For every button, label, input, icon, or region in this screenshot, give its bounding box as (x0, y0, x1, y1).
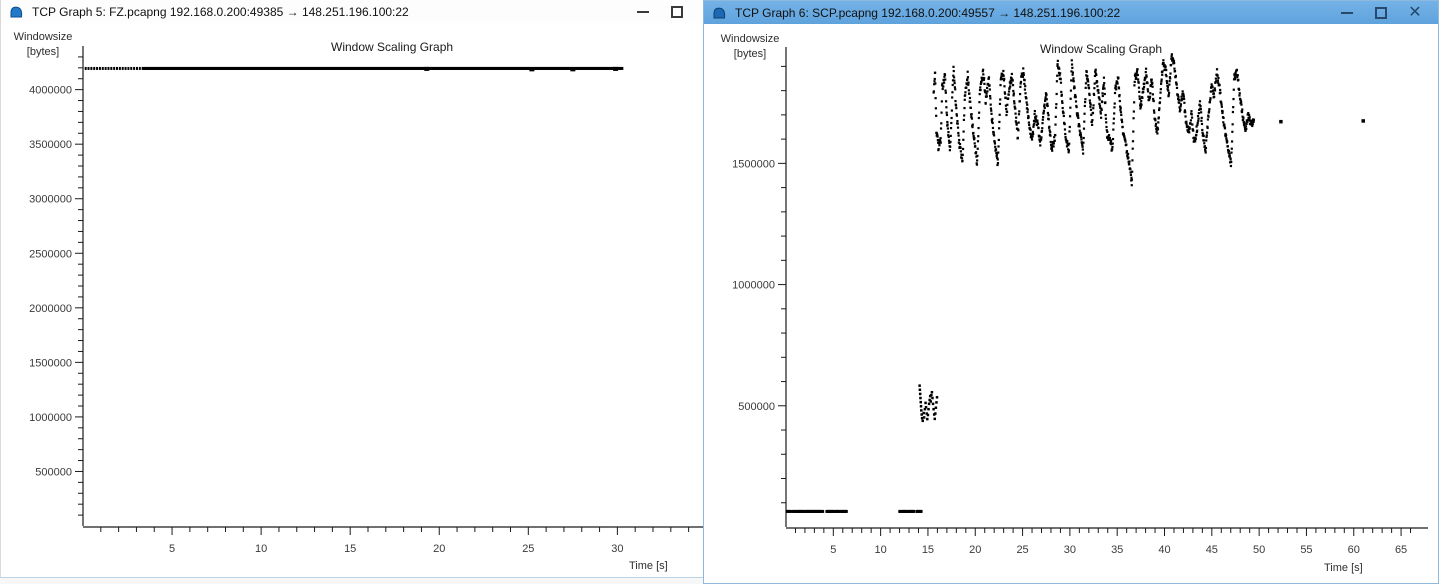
minimize-icon (637, 11, 649, 13)
x-axis-label: Time [s] (629, 560, 668, 572)
svg-text:30: 30 (611, 543, 623, 555)
svg-text:5: 5 (830, 544, 836, 556)
svg-text:1000000: 1000000 (29, 412, 72, 424)
svg-text:25: 25 (1016, 544, 1028, 556)
window-tcp-graph-5: 5 10 15 20 25 30 500000 1000000 1500000 2000000 25… (0, 0, 710, 578)
window-scaling-plot-right[interactable]: 5 10 15 20 25 30 35 40 45 50 55 60 65 500000 1000000 15… (704, 1, 1438, 583)
titlebar[interactable]: TCP Graph 6: SCP.pcapng 192.168.0.200:49… (704, 1, 1438, 24)
maximize-icon (671, 6, 683, 18)
chart-title: Window Scaling Graph (1040, 42, 1162, 56)
svg-text:3000000: 3000000 (29, 194, 72, 206)
svg-text:3500000: 3500000 (29, 139, 72, 151)
svg-text:2500000: 2500000 (29, 248, 72, 260)
maximize-button[interactable] (1364, 1, 1398, 24)
window-title: TCP Graph 6: SCP.pcapng 192.168.0.200:49… (735, 6, 1120, 20)
minimize-icon (1341, 12, 1353, 14)
svg-text:55: 55 (1300, 544, 1312, 556)
svg-text:50: 50 (1253, 544, 1265, 556)
close-button[interactable]: ✕ (1398, 1, 1432, 24)
svg-text:60: 60 (1348, 544, 1360, 556)
svg-text:15: 15 (344, 543, 356, 555)
svg-text:65: 65 (1395, 544, 1407, 556)
svg-text:1500000: 1500000 (29, 357, 72, 369)
svg-text:10: 10 (255, 543, 267, 555)
x-axis-label: Time [s] (1324, 562, 1363, 574)
svg-text:20: 20 (969, 544, 981, 556)
svg-text:1000000: 1000000 (732, 280, 775, 292)
svg-text:20: 20 (433, 543, 445, 555)
svg-text:5: 5 (169, 543, 175, 555)
svg-text:4000000: 4000000 (29, 85, 72, 97)
wireshark-icon (9, 4, 25, 20)
titlebar[interactable]: TCP Graph 5: FZ.pcapng 192.168.0.200:493… (1, 0, 710, 23)
svg-text:45: 45 (1206, 544, 1218, 556)
minimize-button[interactable] (1330, 1, 1364, 24)
svg-text:35: 35 (1111, 544, 1123, 556)
svg-text:30: 30 (1064, 544, 1076, 556)
y-axis-label: Windowsize [bytes] (5, 30, 81, 60)
svg-text:500000: 500000 (35, 466, 72, 478)
window-controls: ✕ (1330, 1, 1438, 24)
svg-text:1500000: 1500000 (732, 158, 775, 170)
wireshark-icon (712, 5, 728, 21)
maximize-icon (1375, 7, 1387, 19)
svg-text:25: 25 (522, 543, 534, 555)
y-axis-label: Windowsize [bytes] (712, 32, 788, 62)
desktop: 5 10 15 20 25 30 500000 1000000 1500000 2000000 25… (0, 0, 1439, 584)
window-tcp-graph-6: 5 10 15 20 25 30 35 40 45 50 55 60 65 500000 1000000 15… (703, 0, 1439, 584)
window-controls (626, 0, 710, 23)
window-title: TCP Graph 5: FZ.pcapng 192.168.0.200:493… (32, 5, 409, 19)
minimize-button[interactable] (626, 0, 660, 23)
svg-text:15: 15 (922, 544, 934, 556)
chart-title: Window Scaling Graph (331, 40, 453, 54)
window-scaling-plot-left[interactable]: 5 10 15 20 25 30 500000 1000000 1500000 2000000 25… (1, 0, 711, 578)
svg-text:40: 40 (1158, 544, 1170, 556)
svg-text:2000000: 2000000 (29, 303, 72, 315)
close-icon: ✕ (1408, 5, 1421, 21)
maximize-button[interactable] (660, 0, 694, 23)
svg-text:500000: 500000 (738, 401, 775, 413)
svg-text:10: 10 (875, 544, 887, 556)
